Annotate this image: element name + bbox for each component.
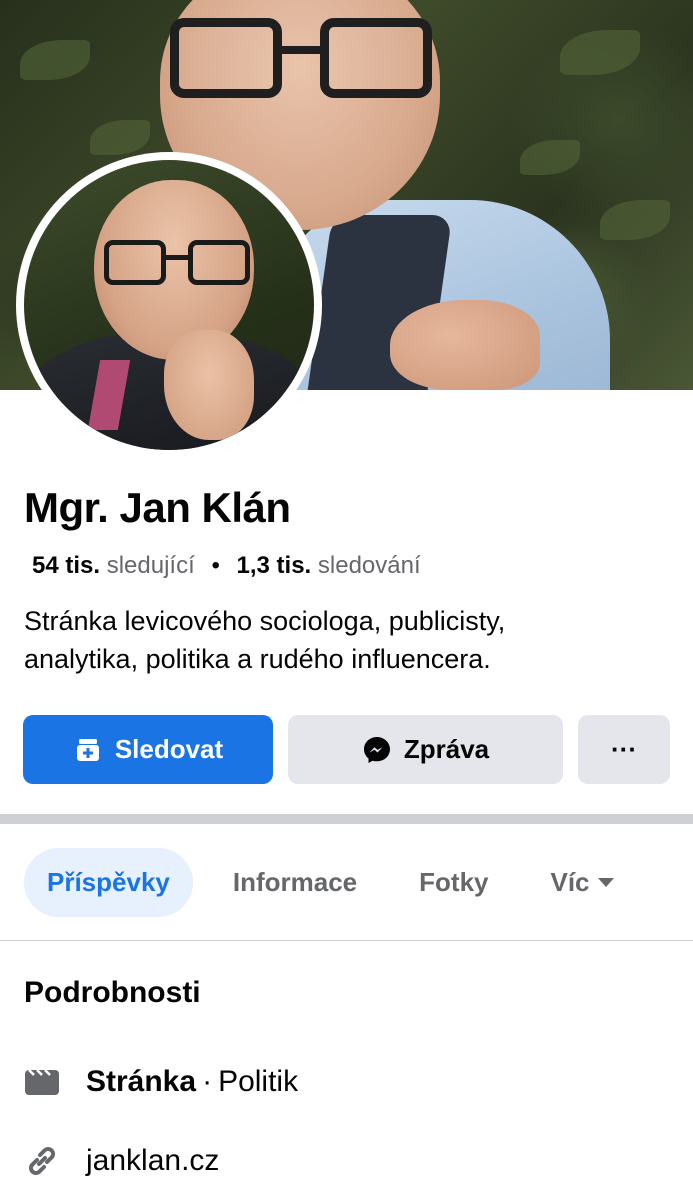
profile-avatar[interactable] <box>16 152 322 458</box>
foliage-leaf <box>520 140 580 175</box>
follow-page-icon <box>73 735 103 765</box>
tab-label: Příspěvky <box>47 867 170 897</box>
tab-about[interactable]: Informace <box>233 848 357 917</box>
tab-more[interactable]: Víc <box>550 848 614 917</box>
more-options-button[interactable]: ··· <box>578 715 670 784</box>
following-link[interactable]: 1,3 tis. sledování <box>237 552 421 579</box>
stats-separator: • <box>211 552 220 579</box>
tabs-divider <box>0 940 693 941</box>
foliage-leaf <box>20 40 90 80</box>
message-button[interactable]: Zpráva <box>288 715 563 784</box>
details-heading: Podrobnosti <box>24 976 201 1009</box>
tab-label: Informace <box>232 867 358 897</box>
messenger-icon <box>362 735 392 765</box>
avatar-photo <box>24 160 314 450</box>
caret-down-icon <box>597 878 614 887</box>
follow-stats: 54 tis. sledující • 1,3 tis. sledování <box>32 552 421 580</box>
detail-page-category: Stránka · Politik <box>24 1064 298 1100</box>
cover-glasses <box>170 18 432 98</box>
page-bio: Stránka levicového sociologa, publicisty… <box>24 602 674 678</box>
bio-line: Stránka levicového sociologa, publicisty… <box>24 606 506 636</box>
page-title: Mgr. Jan Klán <box>24 484 291 531</box>
page-type-label: Stránka <box>86 1065 197 1098</box>
cover-hand <box>390 300 540 390</box>
foliage-leaf <box>560 30 640 75</box>
tab-label: Víc <box>550 867 590 897</box>
followers-count: 54 tis. <box>32 552 101 579</box>
page-category-value[interactable]: Politik <box>218 1065 298 1099</box>
tab-posts[interactable]: Příspěvky <box>24 848 193 917</box>
followers-label: sledující <box>106 552 195 579</box>
page-icon <box>24 1064 60 1100</box>
tab-label: Fotky <box>419 867 489 897</box>
following-count: 1,3 tis. <box>236 552 312 579</box>
bio-line: analytika, politika a rudého influencera… <box>24 644 491 674</box>
link-icon <box>24 1143 60 1179</box>
website-link[interactable]: janklan.cz <box>86 1144 219 1178</box>
message-button-label: Zpráva <box>403 734 490 764</box>
detail-website[interactable]: janklan.cz <box>24 1143 219 1179</box>
foliage-leaf <box>600 200 670 240</box>
following-label: sledování <box>317 552 421 579</box>
follow-button-label: Sledovat <box>114 734 224 764</box>
tab-photos[interactable]: Fotky <box>419 848 488 917</box>
section-divider <box>0 814 693 824</box>
followers-link[interactable]: 54 tis. sledující <box>32 552 201 579</box>
profile-tabs: Příspěvky Informace Fotky Víc <box>24 848 614 917</box>
type-separator: · <box>202 1065 213 1098</box>
foliage-leaf <box>90 120 150 155</box>
more-options-label: ··· <box>611 734 637 764</box>
follow-button[interactable]: Sledovat <box>23 715 273 784</box>
